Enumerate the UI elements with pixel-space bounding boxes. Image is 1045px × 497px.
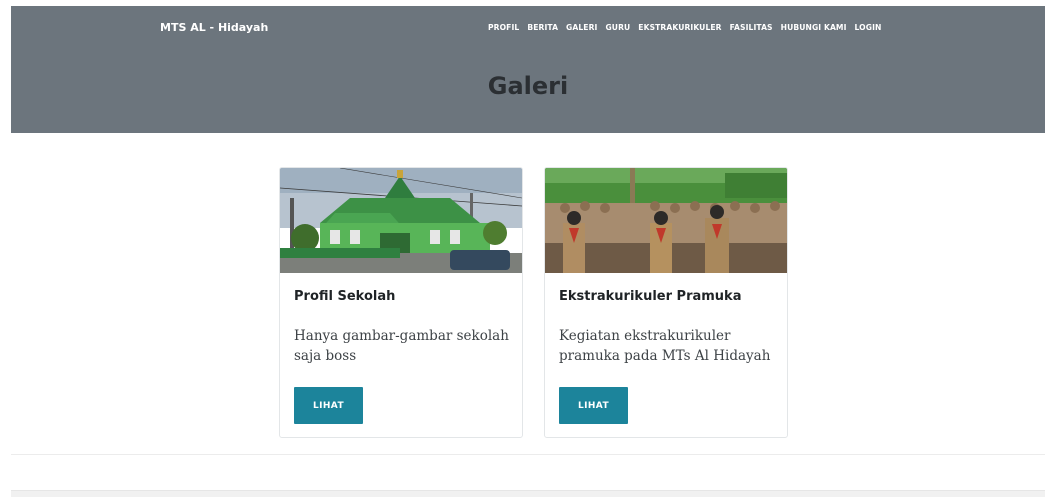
nav-ekstrakurikuler[interactable]: EKSTRAKURIKULER [638,23,721,32]
nav-login[interactable]: LOGIN [855,23,882,32]
lihat-button[interactable]: LIHAT [294,387,363,424]
header: MTS AL - Hidayah PROFIL BERITA GALERI GU… [11,6,1045,133]
main-nav: PROFIL BERITA GALERI GURU EKSTRAKURIKULE… [488,23,881,32]
nav-profil[interactable]: PROFIL [488,23,519,32]
school-building-image [280,168,522,273]
card-text: Hanya gambar-gambar sekolah saja boss [294,328,509,364]
gallery-card-ekstrakurikuler-pramuka: Ekstrakurikuler Pramuka Kegiatan ekstrak… [544,167,788,438]
nav-guru[interactable]: GURU [605,23,630,32]
nav-fasilitas[interactable]: FASILITAS [730,23,773,32]
card-text: Kegiatan ekstrakurikuler pramuka pada MT… [559,328,771,364]
nav-galeri[interactable]: GALERI [566,23,597,32]
card-title: Profil Sekolah [294,289,396,304]
nav-berita[interactable]: BERITA [527,23,558,32]
page-title: Galeri [487,72,569,100]
lihat-button[interactable]: LIHAT [559,387,628,424]
section-divider [11,454,1045,455]
scout-activity-image [545,168,787,273]
nav-hubungi-kami[interactable]: HUBUNGI KAMI [781,23,847,32]
gallery-card-profil-sekolah: Profil Sekolah Hanya gambar-gambar sekol… [279,167,523,438]
card-title: Ekstrakurikuler Pramuka [559,289,742,304]
brand-link[interactable]: MTS AL - Hidayah [160,21,268,34]
footer [11,490,1045,497]
